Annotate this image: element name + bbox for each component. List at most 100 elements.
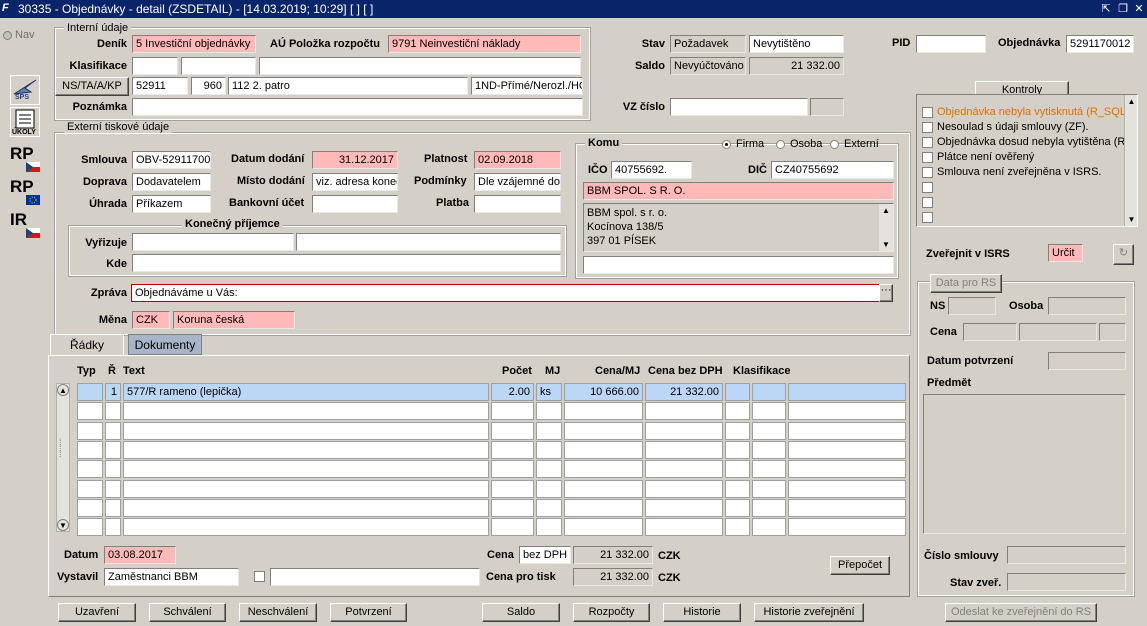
grid-scrollbar[interactable]: ▲ ⁞ ⁞ ⁞ ▼ bbox=[56, 383, 70, 532]
kontrola-item[interactable] bbox=[920, 195, 1125, 210]
kontrola-item[interactable]: Objednávka nebyla vytisknutá (R_SQL bbox=[920, 105, 1125, 120]
isrs-field[interactable]: Určit bbox=[1048, 244, 1083, 262]
empty-cell[interactable] bbox=[491, 402, 534, 421]
empty-cell[interactable] bbox=[123, 460, 489, 479]
empty-cell[interactable] bbox=[752, 402, 786, 421]
tab-radky[interactable]: Řádky bbox=[50, 334, 124, 355]
empty-cell[interactable] bbox=[536, 402, 562, 421]
empty-cell[interactable] bbox=[752, 518, 786, 537]
isrs-refresh-icon[interactable]: ↻ bbox=[1113, 244, 1134, 265]
vystavil-checkbox-icon[interactable] bbox=[254, 571, 265, 582]
kontrola-item[interactable]: Nesoulad s údaji smlouvy (ZF). bbox=[920, 120, 1125, 135]
checkbox-icon[interactable] bbox=[922, 152, 933, 163]
rozpocty-button[interactable]: Rozpočty bbox=[573, 603, 650, 622]
empty-cell[interactable] bbox=[645, 498, 723, 517]
zprava-field[interactable]: Objednáváme u Vás: bbox=[131, 284, 880, 302]
table-cell[interactable] bbox=[77, 383, 103, 401]
historie-zverejneni-button[interactable]: Historie zveřejnění bbox=[754, 603, 864, 622]
empty-cell[interactable] bbox=[752, 498, 786, 517]
empty-cell[interactable] bbox=[105, 498, 121, 517]
vyrizuje-field-1[interactable] bbox=[132, 233, 294, 251]
empty-cell[interactable] bbox=[123, 402, 489, 421]
rp-eu-icon[interactable]: RP bbox=[10, 177, 40, 207]
empty-cell[interactable] bbox=[491, 460, 534, 479]
denik-field[interactable]: 5 Investiční objednávky bbox=[132, 35, 256, 53]
empty-cell[interactable] bbox=[123, 518, 489, 537]
a-field[interactable]: 112 2. patro bbox=[228, 77, 468, 95]
empty-cell[interactable] bbox=[536, 421, 562, 440]
klasifikace-field-2[interactable] bbox=[181, 57, 256, 75]
empty-cell[interactable] bbox=[564, 421, 643, 440]
empty-cell[interactable] bbox=[564, 498, 643, 517]
bank-field[interactable] bbox=[312, 195, 398, 213]
nav-toggle[interactable]: Nav bbox=[2, 29, 40, 43]
empty-cell[interactable] bbox=[123, 498, 489, 517]
empty-cell[interactable] bbox=[788, 479, 906, 498]
scroll-down-icon[interactable]: ▼ bbox=[1126, 214, 1137, 225]
empty-cell[interactable] bbox=[788, 498, 906, 517]
empty-cell[interactable] bbox=[77, 498, 103, 517]
checkbox-icon[interactable] bbox=[922, 212, 933, 223]
radio-off-icon[interactable] bbox=[830, 140, 839, 149]
empty-cell[interactable] bbox=[645, 518, 723, 537]
ir-cz-icon[interactable]: IR bbox=[10, 210, 40, 240]
ta-field[interactable]: 960 bbox=[191, 77, 226, 95]
au-field[interactable]: 9791 Neinvestiční náklady bbox=[388, 35, 581, 53]
empty-cell[interactable] bbox=[645, 421, 723, 440]
radio-externi[interactable]: Externí bbox=[830, 138, 886, 152]
vyrizuje-field-2[interactable] bbox=[296, 233, 561, 251]
platnost-field[interactable]: 02.09.2018 bbox=[474, 151, 561, 169]
empty-cell[interactable] bbox=[645, 440, 723, 459]
kontrola-item[interactable] bbox=[920, 210, 1125, 225]
rs-send-button[interactable]: Odeslat ke zveřejnění do RS bbox=[945, 603, 1097, 622]
kontrola-item[interactable]: Plátce není ověřený bbox=[920, 150, 1125, 165]
cena-type-field[interactable]: bez DPH bbox=[519, 546, 571, 564]
uhrada-field[interactable]: Příkazem bbox=[132, 195, 211, 213]
empty-cell[interactable] bbox=[536, 518, 562, 537]
empty-cell[interactable] bbox=[788, 460, 906, 479]
empty-cell[interactable] bbox=[77, 460, 103, 479]
vystavil-field[interactable]: Zaměstnanci BBM bbox=[104, 568, 239, 586]
kp-field[interactable]: 1ND-Přímé/Nerozl./HČ- bbox=[471, 77, 583, 95]
empty-cell[interactable] bbox=[491, 479, 534, 498]
klasifikace-field-3[interactable] bbox=[259, 57, 581, 75]
komu-extra-field[interactable] bbox=[583, 256, 894, 274]
ukoly-icon[interactable]: ÚKOLY bbox=[10, 107, 40, 137]
empty-cell[interactable] bbox=[725, 460, 750, 479]
datum-dodani-field[interactable]: 31.12.2017 bbox=[312, 151, 398, 169]
empty-cell[interactable] bbox=[536, 498, 562, 517]
historie-button[interactable]: Historie bbox=[663, 603, 741, 622]
empty-cell[interactable] bbox=[645, 460, 723, 479]
empty-cell[interactable] bbox=[123, 421, 489, 440]
datum-field[interactable]: 03.08.2017 bbox=[104, 546, 176, 564]
checkbox-icon[interactable] bbox=[922, 137, 933, 148]
empty-cell[interactable] bbox=[105, 460, 121, 479]
empty-cell[interactable] bbox=[752, 460, 786, 479]
kontrola-item[interactable] bbox=[920, 180, 1125, 195]
table-cell[interactable]: 10 666.00 bbox=[564, 383, 643, 401]
checkbox-icon[interactable] bbox=[922, 107, 933, 118]
empty-cell[interactable] bbox=[725, 402, 750, 421]
kontrola-item[interactable]: Objednávka dosud nebyla vytištěna (R bbox=[920, 135, 1125, 150]
sps-icon[interactable]: SPS bbox=[10, 75, 40, 105]
ns-ta-a-kp-button[interactable]: NS/TA/A/KP bbox=[55, 77, 129, 96]
scroll-down-icon[interactable]: ▼ bbox=[57, 519, 69, 531]
more-icon[interactable]: ··· bbox=[879, 284, 893, 302]
table-cell[interactable] bbox=[788, 383, 906, 401]
checkbox-icon[interactable] bbox=[922, 182, 933, 193]
empty-cell[interactable] bbox=[536, 440, 562, 459]
empty-cell[interactable] bbox=[105, 421, 121, 440]
empty-cell[interactable] bbox=[77, 479, 103, 498]
maximize-icon[interactable]: ❐ bbox=[1116, 2, 1130, 16]
ns-field[interactable]: 52911 bbox=[132, 77, 188, 95]
scroll-up-icon[interactable]: ▲ bbox=[880, 205, 892, 216]
empty-cell[interactable] bbox=[725, 421, 750, 440]
close-icon[interactable]: ✕ bbox=[1132, 2, 1146, 16]
platba-field[interactable] bbox=[474, 195, 561, 213]
drag-grip-icon[interactable]: ⁞ ⁞ ⁞ bbox=[59, 438, 67, 473]
checkbox-icon[interactable] bbox=[922, 167, 933, 178]
empty-cell[interactable] bbox=[564, 402, 643, 421]
rp-cz-icon[interactable]: RP bbox=[10, 144, 40, 174]
table-cell[interactable]: 2.00 bbox=[491, 383, 534, 401]
empty-cell[interactable] bbox=[752, 440, 786, 459]
